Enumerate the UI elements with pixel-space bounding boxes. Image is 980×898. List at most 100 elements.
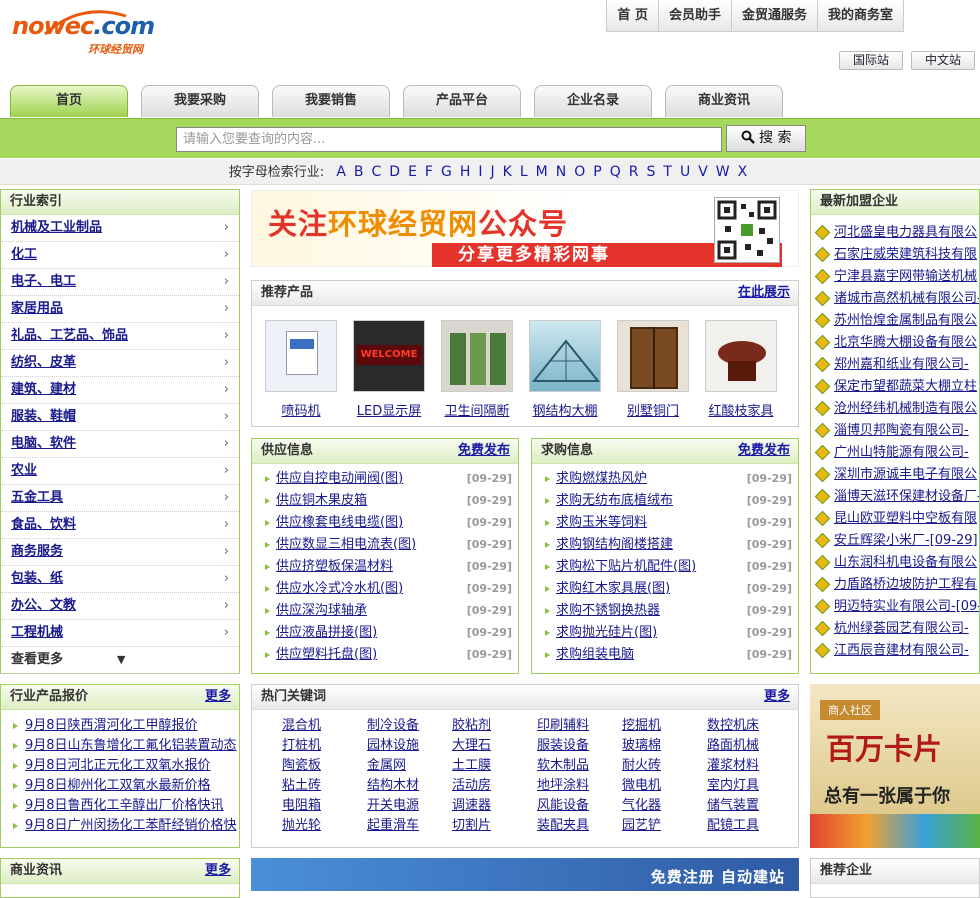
chinese-site-button[interactable]: 中文站: [911, 51, 975, 70]
company-item-link[interactable]: 山东润科机电设备有限公: [834, 555, 977, 570]
purchase-item-link[interactable]: 求购红木家具展(图): [556, 581, 670, 596]
alpha-letter-b[interactable]: B: [354, 164, 364, 180]
keyword-link[interactable]: 电阻箱: [282, 796, 367, 816]
product-image-coder[interactable]: [265, 320, 337, 392]
company-item-link[interactable]: 淄博贝邦陶瓷有限公司-: [834, 423, 969, 438]
company-item-link[interactable]: 苏州怡煌金属制品有限公: [834, 313, 977, 328]
keyword-link[interactable]: 装配夹具: [537, 816, 622, 836]
keyword-link[interactable]: 金属网: [367, 756, 452, 776]
industry-item-link[interactable]: 电子、电工: [11, 274, 76, 289]
industry-item[interactable]: 化工 ›: [1, 242, 239, 269]
keyword-link[interactable]: 开关电源: [367, 796, 452, 816]
company-item[interactable]: 杭州绿荟园艺有限公司-: [811, 618, 979, 640]
product-name[interactable]: 钢结构大棚: [526, 400, 604, 419]
alpha-letter-r[interactable]: R: [629, 164, 639, 180]
alpha-letter-n[interactable]: N: [556, 164, 566, 180]
industry-item-link[interactable]: 食品、饮料: [11, 517, 76, 532]
price-item[interactable]: 9月8日柳州化工双氧水最新价格: [1, 776, 239, 796]
product-image-led[interactable]: WELCOME: [353, 320, 425, 392]
supply-item[interactable]: 供应数显三相电流表(图) [09-29]: [252, 534, 518, 556]
supply-publish-link[interactable]: 免费发布: [458, 439, 510, 463]
search-button[interactable]: 搜 索: [726, 125, 806, 152]
top-nav-member-assistant[interactable]: 会员助手: [657, 0, 731, 31]
purchase-item-link[interactable]: 求购松下贴片机配件(图): [556, 559, 696, 574]
keyword-link[interactable]: 陶瓷板: [282, 756, 367, 776]
price-item[interactable]: 9月8日广州闵扬化工苯酐经销价格快: [1, 816, 239, 836]
biz-info-more-link[interactable]: 更多: [205, 859, 231, 883]
keyword-link[interactable]: 数控机床: [707, 716, 792, 736]
tab-sell[interactable]: 我要销售: [272, 85, 390, 117]
product-card[interactable]: 钢结构大棚: [526, 320, 604, 419]
industry-item-link[interactable]: 建筑、建材: [11, 382, 76, 397]
keyword-link[interactable]: 气化器: [622, 796, 707, 816]
industry-more-link[interactable]: 查看更多: [11, 652, 63, 667]
industry-item[interactable]: 家居用品 ›: [1, 296, 239, 323]
company-item-link[interactable]: 沧州经纬机械制造有限公: [834, 401, 977, 416]
alpha-letter-d[interactable]: D: [389, 164, 400, 180]
keyword-link[interactable]: 制冷设备: [367, 716, 452, 736]
industry-item[interactable]: 五金工具 ›: [1, 485, 239, 512]
industry-item-link[interactable]: 服装、鞋帽: [11, 409, 76, 424]
company-item[interactable]: 江西辰音建材有限公司-: [811, 640, 979, 662]
keyword-link[interactable]: 微电机: [622, 776, 707, 796]
company-item-link[interactable]: 深圳市源诚丰电子有限公: [834, 467, 977, 482]
purchase-item[interactable]: 求购松下贴片机配件(图) [09-29]: [532, 556, 798, 578]
supply-item-link[interactable]: 供应水冷式冷水机(图): [276, 581, 403, 596]
company-item[interactable]: 保定市望都蔬菜大棚立柱: [811, 376, 979, 398]
product-card[interactable]: 卫生间隔断: [438, 320, 516, 419]
industry-item[interactable]: 办公、文教 ›: [1, 593, 239, 620]
supply-item-link[interactable]: 供应液晶拼接(图): [276, 625, 377, 640]
alpha-letter-w[interactable]: W: [716, 164, 730, 180]
keyword-link[interactable]: 配镜工具: [707, 816, 792, 836]
alpha-letter-a[interactable]: A: [336, 164, 346, 180]
company-item-link[interactable]: 明迈特实业有限公司-[09-: [834, 599, 979, 614]
company-item-link[interactable]: 杭州绿荟园艺有限公司-: [834, 621, 969, 636]
product-name[interactable]: 别墅铜门: [614, 400, 692, 419]
company-item-link[interactable]: 郑州嘉和纸业有限公司-: [834, 357, 969, 372]
company-item[interactable]: 广州山特能源有限公司-: [811, 442, 979, 464]
recommend-more-link[interactable]: 在此展示: [738, 281, 790, 305]
product-image-partition[interactable]: [441, 320, 513, 392]
company-item[interactable]: 安丘辉梁小米厂-[09-29]: [811, 530, 979, 552]
company-item[interactable]: 苏州怡煌金属制品有限公: [811, 310, 979, 332]
keyword-link[interactable]: 调速器: [452, 796, 537, 816]
industry-item-link[interactable]: 五金工具: [11, 490, 63, 505]
company-item[interactable]: 淄博贝邦陶瓷有限公司-: [811, 420, 979, 442]
purchase-item-link[interactable]: 求购不锈钢换热器: [556, 603, 660, 618]
supply-item[interactable]: 供应橡套电线电缆(图) [09-29]: [252, 512, 518, 534]
company-item[interactable]: 河北盛皇电力器具有限公: [811, 222, 979, 244]
alpha-letter-k[interactable]: K: [503, 164, 512, 180]
industry-item[interactable]: 礼品、工艺品、饰品 ›: [1, 323, 239, 350]
company-item-link[interactable]: 北京华腾大棚设备有限公: [834, 335, 977, 350]
keyword-link[interactable]: 切割片: [452, 816, 537, 836]
site-logo[interactable]: nowec.com 环球经贸网: [12, 8, 155, 58]
tab-directory[interactable]: 企业名录: [534, 85, 652, 117]
alpha-letter-e[interactable]: E: [408, 164, 417, 180]
tab-home[interactable]: 首页: [10, 85, 128, 117]
price-item-link[interactable]: 9月8日河北正元化工双氧水报价: [25, 758, 211, 773]
price-more-link[interactable]: 更多: [205, 685, 231, 709]
keyword-link[interactable]: 园艺铲: [622, 816, 707, 836]
alpha-letter-t[interactable]: T: [663, 164, 672, 180]
industry-item-link[interactable]: 纺织、皮革: [11, 355, 76, 370]
keyword-link[interactable]: 胶粘剂: [452, 716, 537, 736]
industry-item-link[interactable]: 工程机械: [11, 625, 63, 640]
company-item[interactable]: 诸城市高然机械有限公司-: [811, 288, 979, 310]
tab-products[interactable]: 产品平台: [403, 85, 521, 117]
company-item[interactable]: 淄博天滋环保建材设备厂-: [811, 486, 979, 508]
top-nav-jinmao-service[interactable]: 金贸通服务: [730, 0, 817, 31]
price-item-link[interactable]: 9月8日鲁西化工辛醇出厂价格快讯: [25, 798, 224, 813]
industry-item-link[interactable]: 包装、纸: [11, 571, 63, 586]
product-card[interactable]: 红酸枝家具: [702, 320, 780, 419]
keyword-link[interactable]: 路面机械: [707, 736, 792, 756]
purchase-item[interactable]: 求购无纺布底植绒布 [09-29]: [532, 490, 798, 512]
company-item[interactable]: 宁津县嘉宇网带输送机械: [811, 266, 979, 288]
search-input[interactable]: 请输入您要查询的内容...: [176, 127, 722, 152]
purchase-item-link[interactable]: 求购玉米等饲料: [556, 515, 647, 530]
company-item-link[interactable]: 诸城市高然机械有限公司-: [834, 291, 979, 306]
tab-purchase[interactable]: 我要采购: [141, 85, 259, 117]
industry-item-link[interactable]: 电脑、软件: [11, 436, 76, 451]
industry-item[interactable]: 商务服务 ›: [1, 539, 239, 566]
tab-news[interactable]: 商业资讯: [665, 85, 783, 117]
top-nav-my-office[interactable]: 我的商务室: [816, 0, 903, 31]
